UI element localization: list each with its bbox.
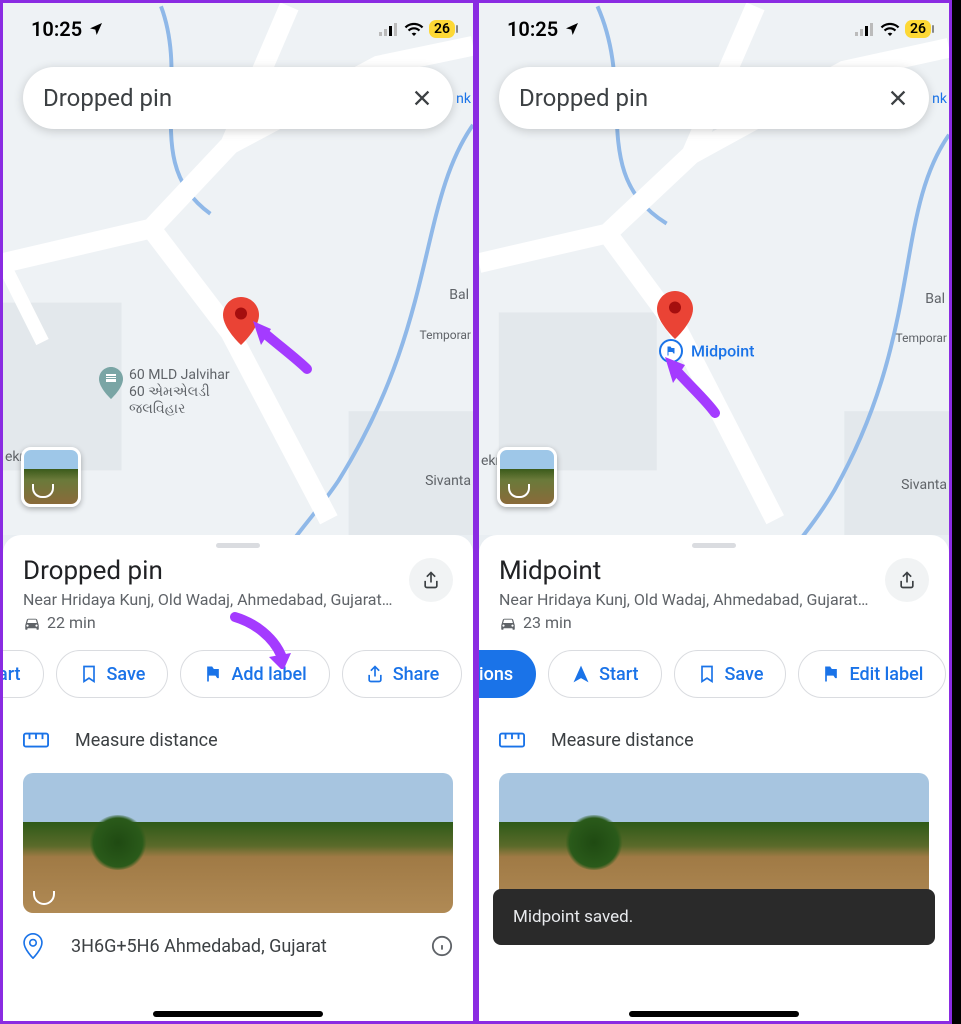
saved-place-label[interactable]: Midpoint	[691, 342, 754, 361]
home-indicator[interactable]	[629, 1011, 799, 1017]
directions-chip[interactable]: ections	[476, 650, 536, 698]
sheet-grabber[interactable]	[216, 543, 260, 548]
dropped-pin-icon[interactable]	[657, 291, 693, 339]
location-arrow-icon	[564, 21, 580, 37]
car-icon	[23, 616, 41, 630]
status-time: 10:25	[31, 17, 82, 41]
sheet-title: Dropped pin	[23, 556, 453, 586]
streetview-thumbnail[interactable]	[21, 447, 81, 507]
search-bar[interactable]: Dropped pin	[499, 67, 929, 129]
sheet-title: Midpoint	[499, 556, 929, 586]
flag-icon	[821, 664, 841, 684]
toast: Midpoint saved.	[493, 889, 935, 945]
map-text: nk	[932, 91, 947, 107]
sheet-grabber[interactable]	[692, 543, 736, 548]
battery-indicator: 26	[905, 20, 931, 38]
pin-outline-icon	[23, 933, 43, 959]
map-text: Bal	[449, 287, 469, 303]
cellular-icon	[379, 22, 399, 36]
start-chip[interactable]: art	[0, 650, 44, 698]
measure-label: Measure distance	[75, 730, 218, 751]
bookmark-icon	[79, 664, 99, 684]
status-bar: 10:25 26	[3, 3, 473, 55]
share-icon	[365, 664, 385, 684]
home-indicator[interactable]	[153, 1011, 323, 1017]
share-button[interactable]	[409, 558, 453, 602]
close-icon[interactable]	[411, 87, 433, 109]
wifi-icon	[404, 22, 424, 36]
map-text: Temporar	[420, 328, 471, 342]
dropped-pin-icon[interactable]	[223, 297, 259, 345]
bookmark-icon	[697, 664, 717, 684]
right-screenshot: 10:25 26 Bal Temporar Sivanta ekr nk	[476, 0, 952, 1024]
search-text: Dropped pin	[43, 84, 411, 112]
map-text: Temporar	[896, 331, 947, 345]
info-icon[interactable]	[431, 935, 453, 957]
sheet-eta: 23 min	[499, 613, 929, 632]
address-text: 3H6G+5H6 Ahmedabad, Gujarat	[71, 936, 327, 957]
left-screenshot: 10:25 26 Bal Temporar Sivanta ekr	[0, 0, 476, 1024]
save-chip[interactable]: Save	[56, 650, 169, 698]
share-chip[interactable]: Share	[342, 650, 462, 698]
search-bar[interactable]: Dropped pin	[23, 67, 453, 129]
map-text: Bal	[925, 291, 945, 307]
edit-label-chip[interactable]: Edit label	[798, 650, 946, 698]
map-text: nk	[456, 91, 471, 107]
search-text: Dropped pin	[519, 84, 887, 112]
share-icon	[421, 570, 441, 590]
sheet-subtitle: Near Hridaya Kunj, Old Wadaj, Ahmedabad,…	[499, 590, 929, 609]
save-chip[interactable]: Save	[674, 650, 787, 698]
wifi-icon	[880, 22, 900, 36]
streetview-thumbnail[interactable]	[497, 447, 557, 507]
sheet-subtitle: Near Hridaya Kunj, Old Wadaj, Ahmedabad,…	[23, 590, 453, 609]
share-button[interactable]	[885, 558, 929, 602]
sheet-eta: 22 min	[23, 613, 453, 632]
streetview-photo[interactable]	[23, 773, 453, 913]
car-icon	[499, 616, 517, 630]
poi-pin[interactable]: 60 MLD Jalvihar 60 એમએલડી જલવિહાર	[99, 367, 230, 417]
action-chips: ections Start Save Edit label	[476, 644, 949, 714]
bottom-sheet[interactable]: Midpoint Near Hridaya Kunj, Old Wadaj, A…	[479, 535, 949, 1021]
start-chip[interactable]: Start	[548, 650, 661, 698]
location-arrow-icon	[88, 21, 104, 37]
share-icon	[897, 570, 917, 590]
ruler-icon	[499, 731, 525, 751]
flag-icon	[203, 664, 223, 684]
cellular-icon	[855, 22, 875, 36]
saved-place-icon[interactable]	[659, 339, 683, 363]
add-label-chip[interactable]: Add label	[180, 650, 329, 698]
poi-label: 60 MLD Jalvihar 60 એમએલડી જલવિહાર	[129, 367, 230, 417]
measure-distance-row[interactable]: Measure distance	[3, 714, 473, 773]
measure-label: Measure distance	[551, 730, 694, 751]
status-bar: 10:25 26	[479, 3, 949, 55]
measure-distance-row[interactable]: Measure distance	[479, 714, 949, 773]
action-chips: art Save Add label Share	[0, 644, 473, 714]
close-icon[interactable]	[887, 87, 909, 109]
toast-text: Midpoint saved.	[513, 907, 633, 927]
bottom-sheet[interactable]: Dropped pin Near Hridaya Kunj, Old Wadaj…	[3, 535, 473, 1021]
battery-indicator: 26	[429, 20, 455, 38]
navigate-icon	[571, 664, 591, 684]
status-time: 10:25	[507, 17, 558, 41]
map-text: Sivanta	[425, 473, 471, 489]
address-row[interactable]: 3H6G+5H6 Ahmedabad, Gujarat	[3, 913, 473, 959]
map-text: Sivanta	[901, 477, 947, 493]
ruler-icon	[23, 731, 49, 751]
